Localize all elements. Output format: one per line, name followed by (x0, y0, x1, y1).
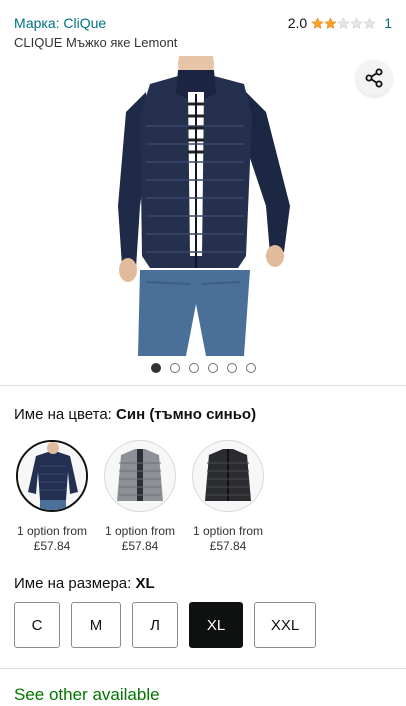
color-value: Син (тъмно синьо) (116, 406, 257, 423)
size-option-c[interactable]: C (14, 602, 60, 648)
share-button[interactable] (356, 60, 392, 96)
rating-stars (311, 16, 376, 30)
product-title: CLIQUE Мъжко яке Lemont (14, 35, 178, 50)
swatch-caption-line: 1 option from (104, 524, 176, 538)
star-empty-icon (363, 16, 376, 29)
color-label-text: Име на цвета: (14, 406, 112, 423)
star-empty-icon (337, 16, 350, 29)
carousel-dot[interactable] (245, 363, 256, 373)
rating-summary[interactable]: 2.0 1 (288, 14, 392, 32)
other-sellers-heading[interactable]: See other available (14, 684, 160, 706)
size-option-l[interactable]: Л (132, 602, 178, 648)
rating-count[interactable]: 1 (384, 14, 392, 32)
size-option-m[interactable]: M (71, 602, 121, 648)
size-value: XL (135, 575, 155, 592)
swatch-caption: 1 option from £57.84 (193, 524, 263, 554)
star-filled-icon (324, 16, 337, 29)
star-filled-icon (311, 16, 324, 29)
color-name-label: Име на цвета: Син (тъмно синьо) (14, 405, 256, 425)
rating-score: 2.0 (287, 15, 308, 31)
swatch-image (16, 440, 88, 512)
swatch-price: £57.84 (209, 539, 247, 553)
star-empty-icon (350, 16, 363, 29)
color-swatches: 1 option from £57.84 1 option from £57.8… (14, 440, 278, 554)
jacket-model-image (0, 56, 406, 356)
swatch-caption: 1 option from £57.84 (105, 524, 175, 554)
size-name-label: Име на размера: XL (14, 574, 155, 594)
swatch-caption-line: 1 option from (192, 524, 264, 538)
section-divider (0, 385, 406, 386)
carousel-dot[interactable] (226, 363, 237, 373)
product-image[interactable] (0, 56, 406, 356)
color-swatch-navy[interactable]: 1 option from £57.84 (14, 440, 90, 554)
section-divider (0, 668, 406, 669)
carousel-dot[interactable] (169, 363, 180, 373)
brand-link[interactable]: Марка: CliQue (14, 14, 106, 32)
size-label-text: Име на размера: (14, 575, 132, 592)
share-icon (365, 68, 383, 88)
swatch-image (104, 440, 176, 512)
size-options: C M Л XL XXL (14, 602, 316, 648)
product-header: Марка: CliQue 2.0 1 CLIQUE Мъжко яке Lem… (0, 0, 406, 56)
carousel-dot[interactable] (150, 363, 161, 373)
image-carousel-dots (0, 363, 406, 373)
color-swatch-black[interactable]: 1 option from £57.84 (190, 440, 266, 554)
color-swatch-grey[interactable]: 1 option from £57.84 (102, 440, 178, 554)
size-option-xxl[interactable]: XXL (254, 602, 316, 648)
swatch-caption: 1 option from £57.84 (17, 524, 87, 554)
size-option-xl[interactable]: XL (189, 602, 243, 648)
swatch-price: £57.84 (33, 539, 71, 553)
swatch-caption-line: 1 option from (16, 524, 88, 538)
carousel-dot[interactable] (188, 363, 199, 373)
carousel-dot[interactable] (207, 363, 218, 373)
swatch-image (192, 440, 264, 512)
swatch-price: £57.84 (121, 539, 159, 553)
